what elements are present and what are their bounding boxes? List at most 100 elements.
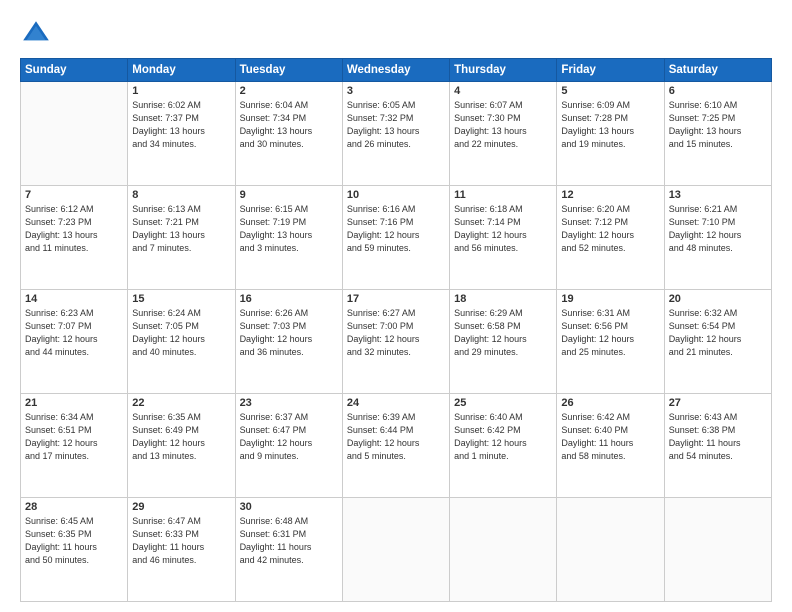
calendar-body: 1 Sunrise: 6:02 AM Sunset: 7:37 PM Daylig… — [21, 82, 772, 602]
day-info: Sunrise: 6:24 AM Sunset: 7:05 PM Dayligh… — [132, 307, 230, 359]
calendar-cell: 30 Sunrise: 6:48 AM Sunset: 6:31 PM Dayli… — [235, 498, 342, 602]
day-info: Sunrise: 6:23 AM Sunset: 7:07 PM Dayligh… — [25, 307, 123, 359]
page: SundayMondayTuesdayWednesdayThursdayFrid… — [0, 0, 792, 612]
calendar-week-2: 7 Sunrise: 6:12 AM Sunset: 7:23 PM Daylig… — [21, 186, 772, 290]
day-info: Sunrise: 6:39 AM Sunset: 6:44 PM Dayligh… — [347, 411, 445, 463]
day-number: 12 — [561, 189, 659, 201]
header-day-thursday: Thursday — [450, 59, 557, 82]
day-info: Sunrise: 6:13 AM Sunset: 7:21 PM Dayligh… — [132, 203, 230, 255]
day-number: 4 — [454, 85, 552, 97]
calendar-cell: 17 Sunrise: 6:27 AM Sunset: 7:00 PM Dayli… — [342, 290, 449, 394]
calendar-cell — [664, 498, 771, 602]
calendar-cell: 18 Sunrise: 6:29 AM Sunset: 6:58 PM Dayli… — [450, 290, 557, 394]
day-number: 10 — [347, 189, 445, 201]
calendar-cell: 23 Sunrise: 6:37 AM Sunset: 6:47 PM Dayli… — [235, 394, 342, 498]
calendar-cell: 3 Sunrise: 6:05 AM Sunset: 7:32 PM Daylig… — [342, 82, 449, 186]
calendar-cell — [342, 498, 449, 602]
day-number: 26 — [561, 397, 659, 409]
calendar-cell: 1 Sunrise: 6:02 AM Sunset: 7:37 PM Daylig… — [128, 82, 235, 186]
calendar-cell: 20Sunrise: 6:32 AM Sunset: 6:54 PM Dayli… — [664, 290, 771, 394]
day-number: 28 — [25, 501, 123, 513]
day-number: 5 — [561, 85, 659, 97]
calendar-cell: 16 Sunrise: 6:26 AM Sunset: 7:03 PM Dayli… — [235, 290, 342, 394]
day-info: Sunrise: 6:04 AM Sunset: 7:34 PM Dayligh… — [240, 99, 338, 151]
day-info: Sunrise: 6:02 AM Sunset: 7:37 PM Dayligh… — [132, 99, 230, 151]
day-info: Sunrise: 6:48 AM Sunset: 6:31 PM Dayligh… — [240, 515, 338, 567]
day-number: 13 — [669, 189, 767, 201]
day-number: 16 — [240, 293, 338, 305]
day-info: Sunrise: 6:15 AM Sunset: 7:19 PM Dayligh… — [240, 203, 338, 255]
day-info: Sunrise: 6:43 AM Sunset: 6:38 PM Dayligh… — [669, 411, 767, 463]
calendar-cell — [557, 498, 664, 602]
day-info: Sunrise: 6:32 AM Sunset: 6:54 PM Dayligh… — [669, 307, 767, 359]
calendar-cell: 24Sunrise: 6:39 AM Sunset: 6:44 PM Dayli… — [342, 394, 449, 498]
calendar-header: SundayMondayTuesdayWednesdayThursdayFrid… — [21, 59, 772, 82]
calendar-cell: 19 Sunrise: 6:31 AM Sunset: 6:56 PM Dayli… — [557, 290, 664, 394]
day-number: 30 — [240, 501, 338, 513]
day-number: 17 — [347, 293, 445, 305]
day-info: Sunrise: 6:20 AM Sunset: 7:12 PM Dayligh… — [561, 203, 659, 255]
day-info: Sunrise: 6:29 AM Sunset: 6:58 PM Dayligh… — [454, 307, 552, 359]
calendar-cell: 29 Sunrise: 6:47 AM Sunset: 6:33 PM Dayli… — [128, 498, 235, 602]
day-info: Sunrise: 6:47 AM Sunset: 6:33 PM Dayligh… — [132, 515, 230, 567]
calendar-cell — [450, 498, 557, 602]
calendar-cell: 21 Sunrise: 6:34 AM Sunset: 6:51 PM Dayli… — [21, 394, 128, 498]
header-row: SundayMondayTuesdayWednesdayThursdayFrid… — [21, 59, 772, 82]
day-info: Sunrise: 6:10 AM Sunset: 7:25 PM Dayligh… — [669, 99, 767, 151]
day-info: Sunrise: 6:34 AM Sunset: 6:51 PM Dayligh… — [25, 411, 123, 463]
day-number: 3 — [347, 85, 445, 97]
calendar-cell: 4 Sunrise: 6:07 AM Sunset: 7:30 PM Daylig… — [450, 82, 557, 186]
day-number: 18 — [454, 293, 552, 305]
calendar-cell: 13Sunrise: 6:21 AM Sunset: 7:10 PM Dayli… — [664, 186, 771, 290]
calendar-cell: 7 Sunrise: 6:12 AM Sunset: 7:23 PM Daylig… — [21, 186, 128, 290]
day-info: Sunrise: 6:27 AM Sunset: 7:00 PM Dayligh… — [347, 307, 445, 359]
day-info: Sunrise: 6:16 AM Sunset: 7:16 PM Dayligh… — [347, 203, 445, 255]
calendar-week-1: 1 Sunrise: 6:02 AM Sunset: 7:37 PM Daylig… — [21, 82, 772, 186]
calendar-cell: 28Sunrise: 6:45 AM Sunset: 6:35 PM Dayli… — [21, 498, 128, 602]
day-info: Sunrise: 6:31 AM Sunset: 6:56 PM Dayligh… — [561, 307, 659, 359]
day-number: 22 — [132, 397, 230, 409]
logo — [20, 18, 56, 50]
calendar-cell: 27 Sunrise: 6:43 AM Sunset: 6:38 PM Dayli… — [664, 394, 771, 498]
header-day-monday: Monday — [128, 59, 235, 82]
day-number: 19 — [561, 293, 659, 305]
day-info: Sunrise: 6:37 AM Sunset: 6:47 PM Dayligh… — [240, 411, 338, 463]
calendar-cell: 25 Sunrise: 6:40 AM Sunset: 6:42 PM Dayli… — [450, 394, 557, 498]
day-number: 7 — [25, 189, 123, 201]
day-info: Sunrise: 6:42 AM Sunset: 6:40 PM Dayligh… — [561, 411, 659, 463]
day-number: 8 — [132, 189, 230, 201]
day-number: 14 — [25, 293, 123, 305]
header-day-wednesday: Wednesday — [342, 59, 449, 82]
day-info: Sunrise: 6:35 AM Sunset: 6:49 PM Dayligh… — [132, 411, 230, 463]
calendar-cell: 2Sunrise: 6:04 AM Sunset: 7:34 PM Daylig… — [235, 82, 342, 186]
calendar-cell: 8 Sunrise: 6:13 AM Sunset: 7:21 PM Daylig… — [128, 186, 235, 290]
day-info: Sunrise: 6:05 AM Sunset: 7:32 PM Dayligh… — [347, 99, 445, 151]
header — [20, 18, 772, 50]
day-number: 29 — [132, 501, 230, 513]
day-number: 23 — [240, 397, 338, 409]
day-info: Sunrise: 6:18 AM Sunset: 7:14 PM Dayligh… — [454, 203, 552, 255]
header-day-friday: Friday — [557, 59, 664, 82]
day-number: 25 — [454, 397, 552, 409]
day-info: Sunrise: 6:26 AM Sunset: 7:03 PM Dayligh… — [240, 307, 338, 359]
logo-icon — [20, 18, 52, 50]
day-number: 9 — [240, 189, 338, 201]
calendar-cell: 5Sunrise: 6:09 AM Sunset: 7:28 PM Daylig… — [557, 82, 664, 186]
day-info: Sunrise: 6:07 AM Sunset: 7:30 PM Dayligh… — [454, 99, 552, 151]
day-info: Sunrise: 6:40 AM Sunset: 6:42 PM Dayligh… — [454, 411, 552, 463]
day-number: 1 — [132, 85, 230, 97]
header-day-tuesday: Tuesday — [235, 59, 342, 82]
calendar-cell — [21, 82, 128, 186]
calendar-cell: 11 Sunrise: 6:18 AM Sunset: 7:14 PM Dayli… — [450, 186, 557, 290]
day-number: 15 — [132, 293, 230, 305]
calendar-week-4: 21 Sunrise: 6:34 AM Sunset: 6:51 PM Dayli… — [21, 394, 772, 498]
calendar-cell: 9 Sunrise: 6:15 AM Sunset: 7:19 PM Daylig… — [235, 186, 342, 290]
day-number: 21 — [25, 397, 123, 409]
calendar-table: SundayMondayTuesdayWednesdayThursdayFrid… — [20, 58, 772, 602]
day-info: Sunrise: 6:12 AM Sunset: 7:23 PM Dayligh… — [25, 203, 123, 255]
calendar-week-5: 28Sunrise: 6:45 AM Sunset: 6:35 PM Dayli… — [21, 498, 772, 602]
calendar-cell: 26 Sunrise: 6:42 AM Sunset: 6:40 PM Dayli… — [557, 394, 664, 498]
day-number: 27 — [669, 397, 767, 409]
day-number: 11 — [454, 189, 552, 201]
day-number: 6 — [669, 85, 767, 97]
